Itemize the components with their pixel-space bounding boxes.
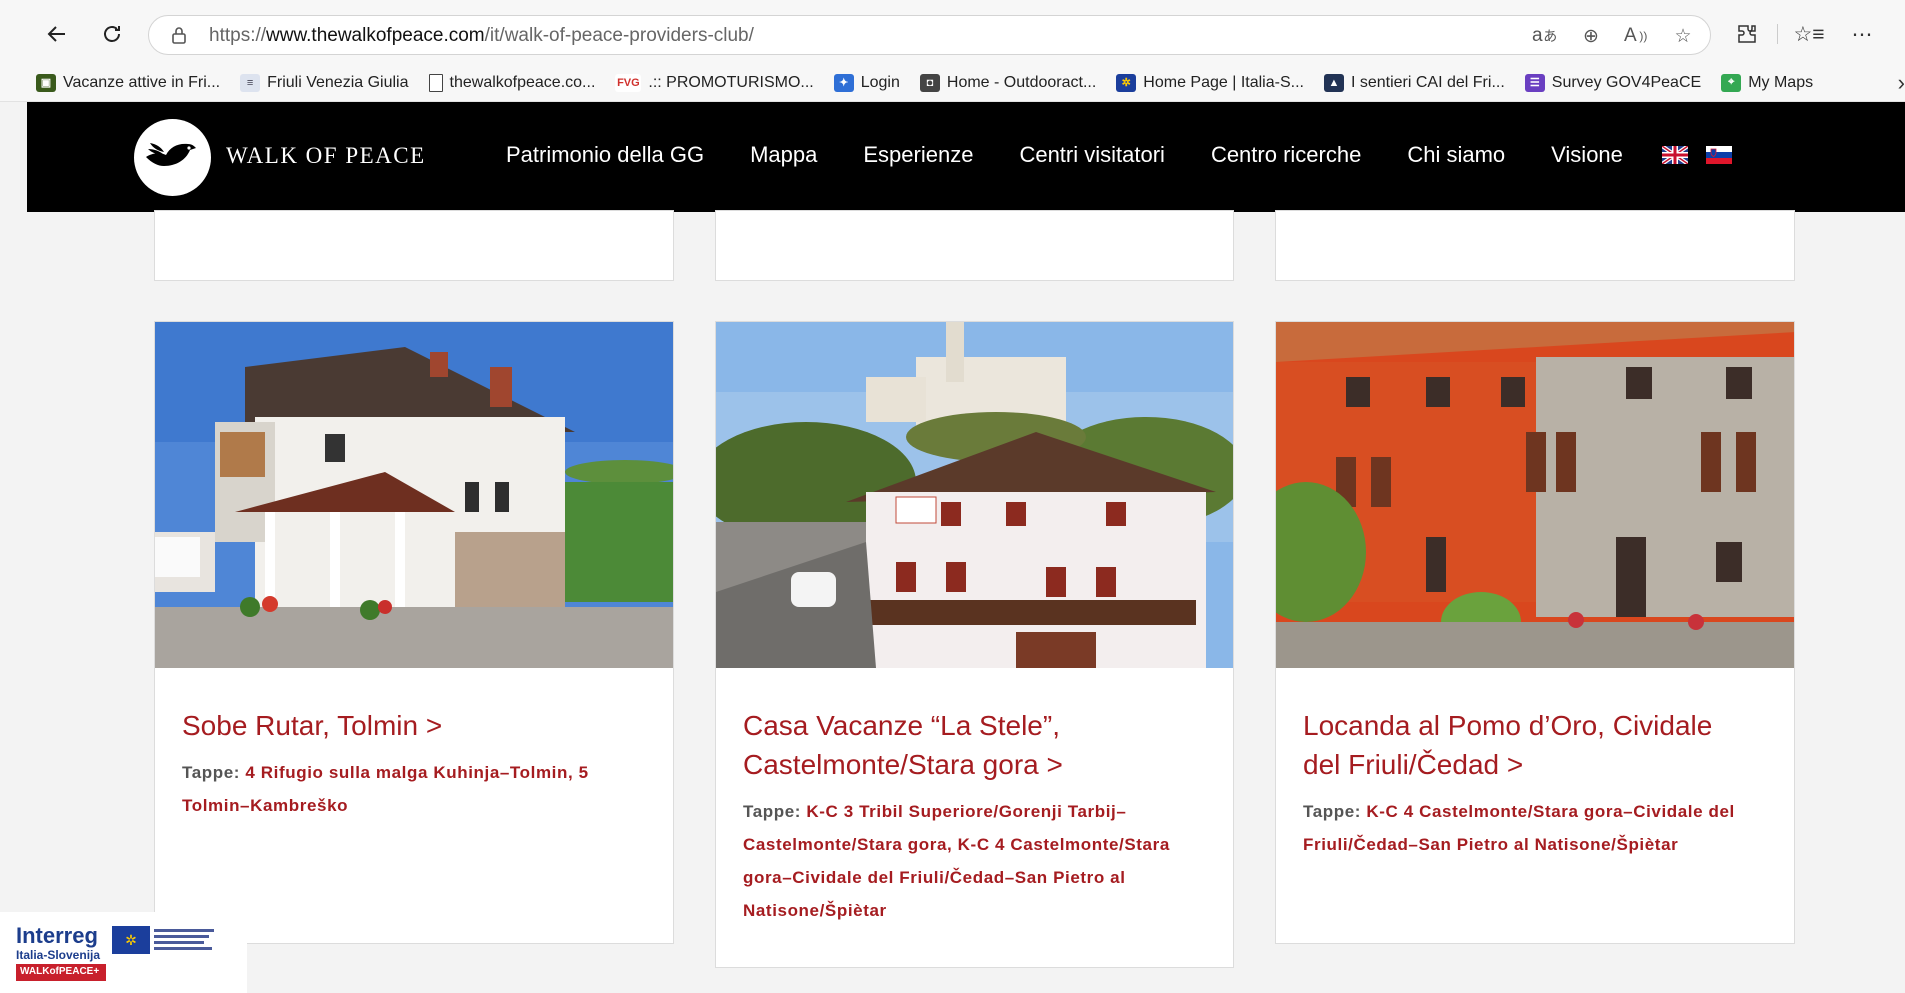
menu-chi-siamo[interactable]: Chi siamo	[1407, 142, 1505, 168]
eu-text-line	[154, 929, 214, 932]
eu-text-line	[154, 941, 204, 944]
card-title[interactable]: Sobe Rutar, Tolmin >	[182, 706, 442, 745]
card-image[interactable]	[155, 322, 673, 668]
card-tappe: Tappe: K-C 3 Tribil Superiore/Gorenji Ta…	[743, 802, 1170, 920]
provider-card-pomo-doro[interactable]: Locanda al Pomo d’Oro, Cividale del Friu…	[1275, 321, 1795, 944]
address-bar[interactable]: https://www.thewalkofpeace.com/it/walk-o…	[148, 15, 1711, 55]
menu-visione[interactable]: Visione	[1551, 142, 1623, 168]
card-tappe: Tappe: K-C 4 Castelmonte/Stara gora–Civi…	[1303, 802, 1735, 854]
web-page: WALK OF PEACE Patrimonio della GG Mappa …	[27, 102, 1905, 993]
login-icon: ✦	[833, 73, 854, 92]
translate-icon[interactable]: aあ	[1532, 23, 1558, 49]
maps-icon: ⌖	[1721, 73, 1742, 92]
bookmark-item[interactable]: ✦ Login	[833, 73, 900, 92]
bookmarks-bar: ▣ Vacanze attive in Fri... ≡ Friuli Venezi…	[0, 64, 1905, 102]
dove-logo-icon[interactable]	[134, 119, 211, 196]
menu-centro-ricerche[interactable]: Centro ricerche	[1211, 142, 1361, 168]
eu-text-line	[154, 935, 209, 938]
read-aloud-icon[interactable]: A))	[1624, 23, 1650, 49]
bookmark-item[interactable]: ≡ Friuli Venezia Giulia	[240, 73, 409, 92]
menu-esperienze[interactable]: Esperienze	[863, 142, 973, 168]
bookmark-item[interactable]: FVG.:: PROMOTURISMO...	[615, 73, 814, 92]
zoom-icon[interactable]: ⊕	[1578, 23, 1604, 49]
site-header: WALK OF PEACE Patrimonio della GG Mappa …	[27, 102, 1905, 212]
more-icon[interactable]: ⋯	[1845, 17, 1879, 51]
page-icon	[428, 73, 443, 92]
uk-flag-icon[interactable]	[1662, 146, 1688, 164]
chevron-right-icon[interactable]: ›	[1898, 70, 1905, 96]
extensions-icon[interactable]	[1730, 17, 1764, 51]
vacanze-icon: ▣	[36, 73, 56, 92]
bookmark-item[interactable]: ▣ Vacanze attive in Fri...	[36, 73, 220, 92]
promoturismo-icon: FVG	[615, 73, 642, 92]
back-icon[interactable]	[40, 17, 74, 51]
cai-icon: ▲	[1323, 73, 1344, 92]
toolbar-divider	[1777, 24, 1778, 44]
card-previous	[1275, 210, 1795, 281]
slovenia-flag-icon[interactable]	[1706, 146, 1732, 164]
eu-text-line	[154, 947, 212, 950]
bookmark-item[interactable]: ▲ I sentieri CAI del Fri...	[1323, 73, 1505, 92]
eu-flag-icon: ✲	[112, 926, 150, 954]
card-tappe: Tappe: 4 Rifugio sulla malga Kuhinja–Tol…	[182, 763, 589, 815]
menu-mappa[interactable]: Mappa	[750, 142, 817, 168]
outdoor-icon: ◘	[919, 73, 940, 92]
bookmark-item[interactable]: ◘ Home - Outdooract...	[919, 73, 1096, 92]
fvg-icon: ≡	[240, 73, 261, 92]
main-menu: Patrimonio della GG Mappa Esperienze Cen…	[506, 142, 1623, 168]
survey-icon: ☰	[1524, 73, 1545, 92]
card-previous	[715, 210, 1234, 281]
provider-card-la-stele[interactable]: Casa Vacanze “La Stele”, Castelmonte/Sta…	[715, 321, 1234, 968]
provider-card-sobe-rutar[interactable]: Sobe Rutar, Tolmin > Tappe: 4 Rifugio su…	[154, 321, 674, 944]
bookmark-item[interactable]: ⌖ My Maps	[1721, 73, 1813, 92]
favorite-star-icon[interactable]: ☆	[1670, 23, 1696, 49]
bookmark-item[interactable]: thewalkofpeace.co...	[428, 73, 595, 92]
card-title[interactable]: Casa Vacanze “La Stele”, Castelmonte/Sta…	[743, 706, 1063, 784]
favorites-icon[interactable]: ☆≡	[1792, 17, 1826, 51]
card-image[interactable]	[1276, 322, 1794, 668]
lock-icon[interactable]	[169, 25, 189, 45]
menu-centri-visitatori[interactable]: Centri visitatori	[1019, 142, 1164, 168]
menu-patrimonio[interactable]: Patrimonio della GG	[506, 142, 704, 168]
browser-toolbar: https://www.thewalkofpeace.com/it/walk-o…	[0, 0, 1905, 70]
bookmark-item[interactable]: ☰ Survey GOV4PeaCE	[1524, 73, 1701, 92]
card-title[interactable]: Locanda al Pomo d’Oro, Cividale del Friu…	[1303, 706, 1712, 784]
eu-flag-icon: ✲	[1116, 73, 1137, 92]
bookmark-item[interactable]: ✲ Home Page | Italia-S...	[1116, 73, 1304, 92]
site-logo-text[interactable]: WALK OF PEACE	[226, 143, 426, 169]
url-text[interactable]: https://www.thewalkofpeace.com/it/walk-o…	[209, 25, 754, 47]
card-previous	[154, 210, 674, 281]
card-image[interactable]	[716, 322, 1233, 668]
refresh-icon[interactable]	[95, 17, 129, 51]
interreg-logo[interactable]: Interreg Italia-Slovenija WALKofPEACE+ ✲	[0, 912, 247, 993]
